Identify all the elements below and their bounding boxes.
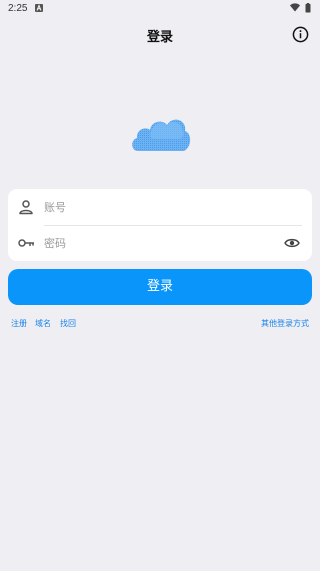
key-icon [18,239,34,247]
recover-link[interactable]: 找回 [60,318,76,329]
status-bar: 2:25 [0,0,320,18]
domain-link[interactable]: 域名 [35,318,51,329]
info-icon[interactable] [292,26,309,43]
notification-a-icon [35,4,43,12]
eye-icon[interactable] [284,235,300,251]
wifi-icon [290,3,300,12]
password-input[interactable] [44,233,274,253]
battery-icon [305,3,311,13]
cloud-icon [132,119,191,151]
login-card [8,189,312,261]
register-link[interactable]: 注册 [11,318,27,329]
user-icon [19,200,33,215]
page-title: 登录 [146,30,173,45]
password-row [8,225,312,261]
status-time: 2:25 [8,3,28,14]
login-button[interactable]: 登录 [8,269,312,305]
other-login-link[interactable]: 其他登录方式 [261,318,309,329]
app-bar: 登录 [0,18,320,54]
account-row [8,189,312,225]
account-input[interactable] [44,197,274,217]
